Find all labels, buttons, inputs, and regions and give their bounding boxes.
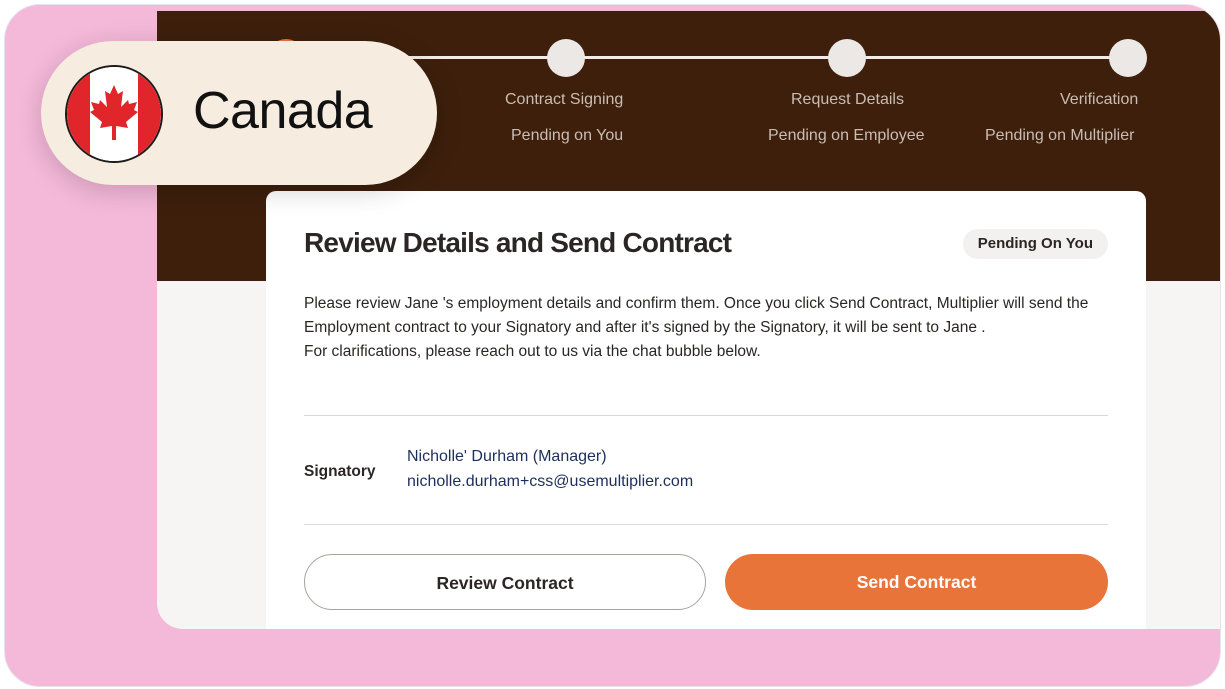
send-contract-button[interactable]: Send Contract: [725, 554, 1108, 610]
divider-top: [304, 415, 1108, 416]
divider-bottom: [304, 524, 1108, 525]
step-dot-verification: [1109, 39, 1147, 77]
status-badge: Pending On You: [962, 229, 1108, 259]
step-status-verification: Pending on Multiplier: [985, 127, 1135, 144]
step-status-contract-signing: Pending on You: [511, 127, 624, 144]
country-badge: Canada: [41, 41, 437, 185]
signatory-label: Signatory: [304, 463, 376, 480]
card-description: Please review Jane 's employment details…: [304, 292, 1104, 364]
country-name: Canada: [193, 82, 373, 140]
step-dot-request-details: [828, 39, 866, 77]
clarification-text: For clarifications, please reach out to …: [304, 343, 761, 360]
step-status-request-details: Pending on Employee: [768, 127, 925, 144]
signatory-name: Nicholle' Durham (Manager): [407, 448, 607, 465]
frame: Contract Signing Pending on You Request …: [4, 4, 1221, 687]
step-title-contract-signing: Contract Signing: [505, 91, 624, 108]
card-title: Review Details and Send Contract: [304, 227, 732, 258]
description-text: Please review Jane 's employment details…: [304, 295, 1089, 336]
canada-flag-icon: [65, 65, 163, 163]
review-card: Review Details and Send Contract Pending…: [266, 191, 1146, 629]
step-title-verification: Verification: [1060, 91, 1139, 108]
review-contract-button[interactable]: Review Contract: [304, 554, 706, 610]
signatory-email: nicholle.durham+css@usemultiplier.com: [407, 473, 694, 490]
step-dot-contract-signing: [547, 39, 585, 77]
step-title-request-details: Request Details: [791, 91, 904, 108]
